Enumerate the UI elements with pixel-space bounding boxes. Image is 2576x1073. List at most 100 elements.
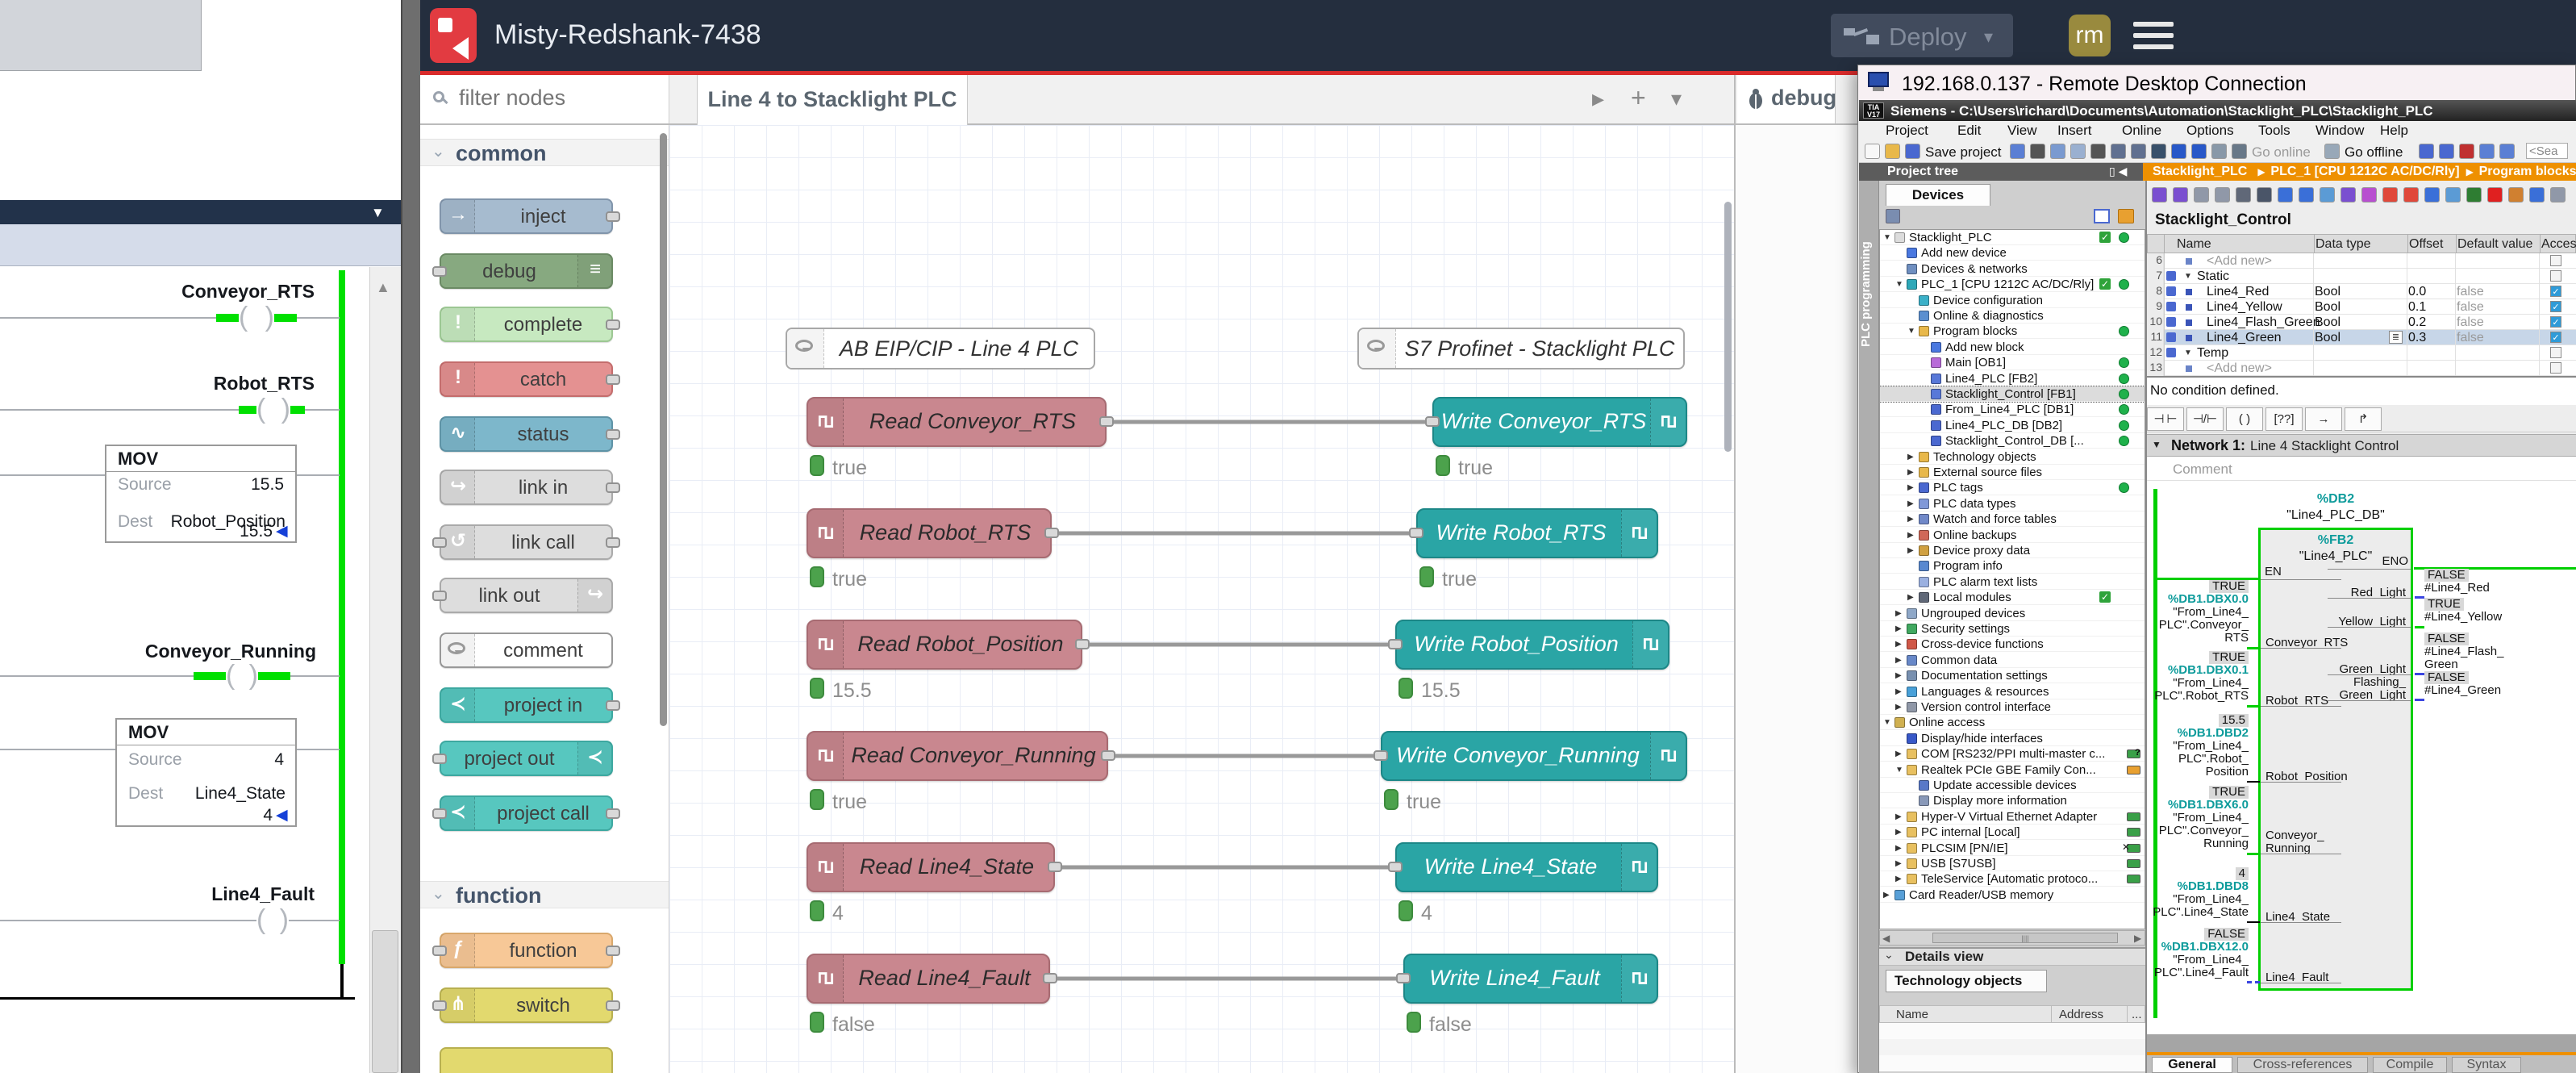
tree-collapse-icon[interactable]: ▶ [1907,453,1914,461]
tree-item[interactable]: ▶Version control interface [1880,699,2145,715]
accessible-checkbox[interactable]: ✓ [2550,286,2561,297]
tree-item[interactable]: ▶Documentation settings [1880,668,2145,683]
group-arrow-icon[interactable]: ▼ [2184,349,2192,357]
tree-item[interactable]: Stacklight_Control [FB1] [1880,386,2145,402]
collapse-panel-icon[interactable]: ▯ ◀ [2109,165,2127,178]
print-icon[interactable] [2010,144,2025,159]
tree-collapse-icon[interactable]: ▶ [1895,749,1902,758]
x-icon[interactable] [2459,144,2474,159]
tree-item[interactable]: Program info [1880,558,2145,574]
tree-collapse-icon[interactable]: ▶ [1895,703,1902,712]
collapse-icon[interactable] [2299,187,2314,202]
cut-icon[interactable] [2030,144,2045,159]
watch-icon[interactable] [2550,187,2566,202]
tree-item[interactable]: ▶Online backups [1880,528,2145,543]
tree-collapse-icon[interactable]: ▶ [1895,656,1902,665]
tag-table-row[interactable]: 9Line4_YellowBool0.1false✓ [2147,299,2576,315]
tree-item[interactable]: ▶Languages & resources [1880,684,2145,699]
tree-collapse-icon[interactable]: ▶ [1883,891,1890,900]
tree-expand-icon[interactable]: ▼ [1883,718,1891,727]
tree-item[interactable]: ▶Cross-device functions [1880,637,2145,652]
tree-item[interactable]: Line4_PLC [FB2] [1880,371,2145,386]
tree-expand-icon[interactable]: ▼ [1895,766,1903,774]
tree-collapse-icon[interactable]: ▶ [1895,844,1902,853]
tag-table-row[interactable]: 8Line4_RedBool0.0false✓ [2147,284,2576,299]
tree-item[interactable]: ▶USB [S7USB] [1880,856,2145,871]
tree-item[interactable]: PLC alarm text lists [1880,574,2145,590]
table-view-icon[interactable] [2094,209,2110,223]
tree-item[interactable]: ▶PLCSIM [PN/IE]✕ [1880,841,2145,856]
accessible-checkbox[interactable]: ✓ [2550,332,2561,343]
comment-icon[interactable] [2320,187,2335,202]
tree-item[interactable]: ▼Realtek PCIe GBE Family Con... [1880,762,2145,778]
tree-item[interactable]: ▶PC internal [Local] [1880,825,2145,840]
bottom-tab-general[interactable]: General [2152,1057,2232,1073]
tree-expand-icon[interactable]: ▼ [1895,280,1903,289]
tree-item[interactable]: Display more information [1880,793,2145,808]
tree-item[interactable]: ▶Technology objects [1880,449,2145,465]
menu-item-insert[interactable]: Insert [2057,123,2092,139]
open-icon[interactable] [1885,144,1900,159]
import-icon[interactable] [2340,187,2356,202]
start-cpu-icon[interactable] [2211,144,2227,159]
tree-item[interactable]: ▶PLC data types [1880,496,2145,511]
tag-table-row[interactable]: 7▼Static [2147,269,2576,284]
tree-collapse-icon[interactable]: ▶ [1907,593,1914,602]
tag-table-row[interactable]: 12▼Temp [2147,345,2576,361]
breadcrumb-item[interactable]: Program blocks [2479,165,2576,179]
tree-collapse-icon[interactable]: ▶ [1895,812,1902,821]
reset-icon[interactable] [2466,187,2482,202]
save-icon[interactable] [1905,144,1920,159]
go-offline-button[interactable]: Go offline [2345,144,2403,161]
keep-values-icon[interactable] [2236,187,2251,202]
save-project-label[interactable]: Save project [1925,144,2002,161]
tree-collapse-icon[interactable]: ▶ [1907,483,1914,492]
menu-item-edit[interactable]: Edit [1957,123,1981,139]
tree-toolbar-icon-left[interactable] [1886,209,1900,223]
undo-icon[interactable] [2111,144,2126,159]
compile-icon[interactable] [2151,144,2166,159]
tree-item[interactable]: Line4_PLC_DB [DB2] [1880,418,2145,433]
tree-item[interactable]: Add new block [1880,340,2145,355]
tree-item[interactable]: ▶External source files [1880,465,2145,480]
close-branch-icon[interactable]: ↱ [2345,407,2382,431]
insert-row-icon[interactable] [2194,187,2209,202]
start-values-icon[interactable] [2487,187,2503,202]
tree-collapse-icon[interactable]: ▶ [1895,624,1902,633]
upload-icon[interactable] [2191,144,2207,159]
bottom-tab-compile[interactable]: Compile [2373,1057,2447,1073]
tree-item[interactable]: Online & diagnostics [1880,308,2145,324]
breadcrumb-item[interactable]: Stacklight_PLC [2153,165,2247,179]
empty-box-icon[interactable]: [??] [2265,407,2303,431]
sort-icon[interactable] [2257,187,2272,202]
tree-item[interactable]: Devices & networks [1880,261,2145,277]
tree-item[interactable]: From_Line4_PLC [DB1] [1880,402,2145,417]
contact-open-icon[interactable]: ⊣ ⊢ [2147,407,2184,431]
tree-expand-icon[interactable]: ▼ [1883,233,1891,242]
tree-item[interactable]: Update accessible devices [1880,778,2145,793]
tree-item[interactable]: ▶TeleService [Automatic protoco... [1880,871,2145,887]
tree-hscroll-thumb[interactable]: |||| [1932,933,2118,943]
monitor-icon[interactable] [2445,187,2461,202]
tag-table-row[interactable]: 10Line4_Flash_GreenBool0.2false✓ [2147,315,2576,330]
menu-item-online[interactable]: Online [2122,123,2161,139]
diagnostics-icon[interactable] [2439,144,2454,159]
append-row-icon[interactable] [2215,187,2230,202]
delete-icon[interactable] [2090,144,2106,159]
apply-icon[interactable] [2424,187,2440,202]
tree-item[interactable]: ▶Hyper-V Virtual Ethernet Adapter [1880,809,2145,825]
tree-collapse-icon[interactable]: ▶ [1895,875,1902,883]
menu-item-help[interactable]: Help [2380,123,2408,139]
tree-collapse-icon[interactable]: ▶ [1895,671,1902,680]
tree-item[interactable]: Add new device [1880,245,2145,261]
tree-item[interactable]: ▼Stacklight_PLC✓ [1880,230,2145,245]
download-icon[interactable] [2361,187,2377,202]
tree-item[interactable]: ▶Watch and force tables [1880,511,2145,527]
tree-item[interactable]: ▶COM [RS232/PPI multi-master c...? [1880,746,2145,762]
bottom-tab-cross-references[interactable]: Cross-references [2237,1057,2368,1073]
tree-item[interactable]: Stacklight_Control_DB [... [1880,433,2145,449]
tree-item[interactable]: ▼Program blocks [1880,324,2145,339]
rt-icon[interactable] [2232,144,2247,159]
breadcrumb-item[interactable]: PLC_1 [CPU 1212C AC/DC/Rly] [2270,165,2459,179]
menu-item-window[interactable]: Window [2315,123,2364,139]
